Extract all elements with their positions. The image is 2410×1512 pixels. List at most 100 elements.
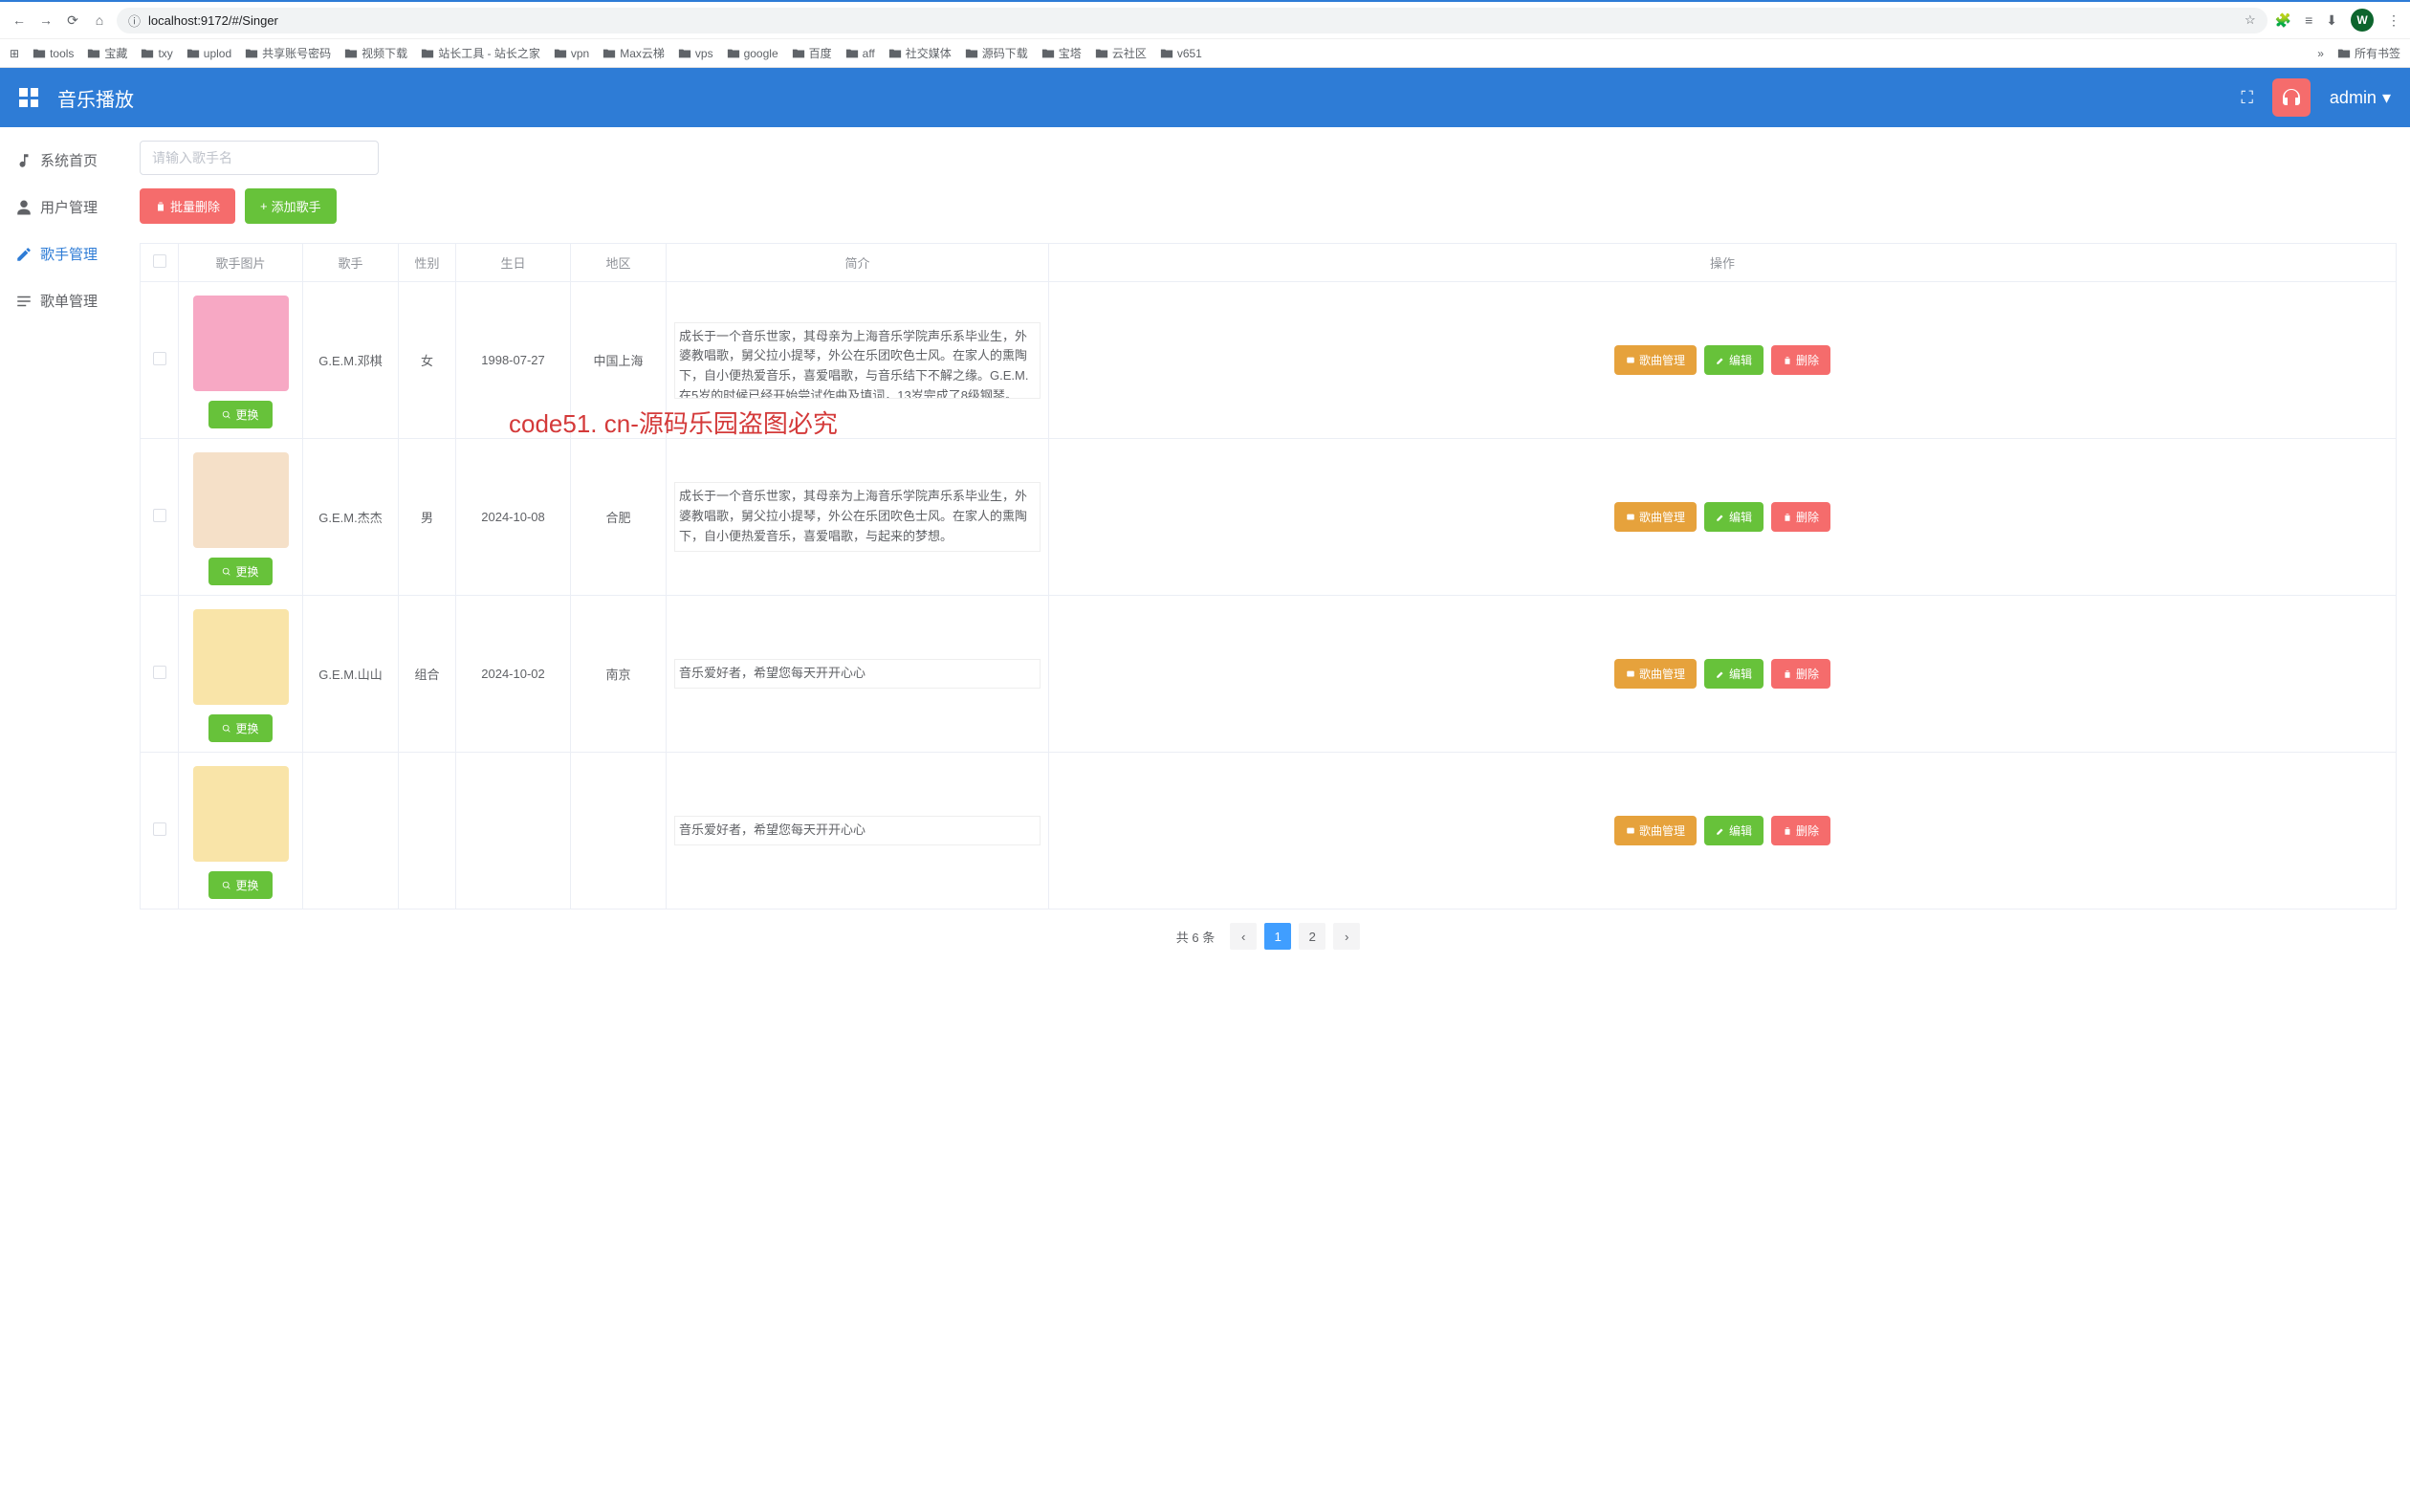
search-input[interactable] <box>140 141 379 175</box>
bookmark-item[interactable]: 百度 <box>792 45 832 61</box>
cell-intro[interactable]: 成长于一个音乐世家，其母亲为上海音乐学院声乐系毕业生，外婆教唱歌，舅父拉小提琴，… <box>674 482 1041 551</box>
address-bar[interactable]: ⓘ localhost:9172/#/Singer ☆ <box>117 8 2268 33</box>
cell-intro[interactable]: 音乐爱好者，希望您每天开开心心 <box>674 816 1041 845</box>
cell-region: 中国上海 <box>571 282 667 439</box>
bookmark-item[interactable]: v651 <box>1160 45 1202 61</box>
edit-icon <box>1716 513 1725 522</box>
bookmark-item[interactable]: vpn <box>554 45 589 61</box>
edit-button[interactable]: 编辑 <box>1704 502 1764 532</box>
swap-image-button[interactable]: 更换 <box>208 401 272 428</box>
headphone-icon <box>2280 86 2303 109</box>
delete-button[interactable]: 删除 <box>1771 659 1830 689</box>
plus-icon: + <box>260 199 268 213</box>
table-row: 更换G.E.M.杰杰男2024-10-08合肥成长于一个音乐世家，其母亲为上海音… <box>141 439 2397 596</box>
menu-toggle-icon[interactable] <box>19 88 38 107</box>
table-row: 更换G.E.M.邓棋女1998-07-27中国上海成长于一个音乐世家，其母亲为上… <box>141 282 2397 439</box>
bookmark-item[interactable]: google <box>727 45 778 61</box>
edit-button[interactable]: 编辑 <box>1704 345 1764 375</box>
bookmark-item[interactable]: txy <box>141 45 172 61</box>
edit-button[interactable]: 编辑 <box>1704 816 1764 845</box>
singer-image <box>193 766 289 862</box>
songs-button[interactable]: 歌曲管理 <box>1614 816 1697 845</box>
app-title: 音乐播放 <box>57 84 134 112</box>
songs-button[interactable]: 歌曲管理 <box>1614 502 1697 532</box>
sidebar-item-singers[interactable]: 歌手管理 <box>0 230 126 277</box>
bookmark-all[interactable]: 所有书签 <box>2337 45 2400 61</box>
page-prev-button[interactable]: ‹ <box>1230 923 1257 950</box>
trash-icon <box>1783 669 1792 679</box>
bookmark-item[interactable]: 源码下载 <box>965 45 1028 61</box>
user-icon <box>15 199 33 216</box>
cell-intro[interactable]: 成长于一个音乐世家，其母亲为上海音乐学院声乐系毕业生，外婆教唱歌，舅父拉小提琴，… <box>674 322 1041 399</box>
singer-table: 歌手图片 歌手 性别 生日 地区 简介 操作 更换G.E.M.邓棋女1998-0… <box>140 243 2397 909</box>
cell-singer <box>303 753 399 909</box>
swap-image-button[interactable]: 更换 <box>208 871 272 899</box>
bookmark-item[interactable]: tools <box>33 45 74 61</box>
col-gender: 性别 <box>399 244 456 282</box>
sidebar-item-playlists[interactable]: 歌单管理 <box>0 277 126 324</box>
batch-delete-button[interactable]: 批量删除 <box>140 188 235 224</box>
add-singer-button[interactable]: + 添加歌手 <box>245 188 337 224</box>
apps-icon[interactable]: ⊞ <box>10 47 19 60</box>
bookmark-item[interactable]: 宝藏 <box>87 45 127 61</box>
back-button[interactable]: ← <box>10 11 29 30</box>
star-icon[interactable]: ☆ <box>2245 12 2256 28</box>
fullscreen-icon[interactable]: ⛶ <box>2241 88 2253 108</box>
page-1-button[interactable]: 1 <box>1264 923 1291 950</box>
bookmark-item[interactable]: vps <box>678 45 713 61</box>
cell-gender: 女 <box>399 282 456 439</box>
page-next-button[interactable]: › <box>1333 923 1360 950</box>
bookmark-item[interactable]: 社交媒体 <box>888 45 952 61</box>
bookmark-item[interactable]: Max云梯 <box>602 45 665 61</box>
cell-singer: G.E.M.山山 <box>303 596 399 753</box>
row-checkbox[interactable] <box>153 666 166 679</box>
extension-icon[interactable]: 🧩 <box>2275 12 2291 29</box>
cell-birthday: 1998-07-27 <box>456 282 571 439</box>
cell-gender <box>399 753 456 909</box>
cell-region <box>571 753 667 909</box>
music-note-icon <box>15 152 33 169</box>
bookmark-item[interactable]: 站长工具 - 站长之家 <box>421 45 540 61</box>
delete-button[interactable]: 删除 <box>1771 345 1830 375</box>
url-text: localhost:9172/#/Singer <box>148 13 278 28</box>
sidebar-item-users[interactable]: 用户管理 <box>0 184 126 230</box>
bookmark-item[interactable]: 视频下载 <box>344 45 407 61</box>
row-checkbox[interactable] <box>153 352 166 365</box>
cell-birthday: 2024-10-02 <box>456 596 571 753</box>
bookmark-item[interactable]: uplod <box>186 45 231 61</box>
profile-avatar[interactable]: W <box>2351 9 2374 32</box>
col-singer: 歌手 <box>303 244 399 282</box>
singer-image <box>193 609 289 705</box>
menu-icon[interactable]: ⋮ <box>2387 12 2400 29</box>
page-2-button[interactable]: 2 <box>1299 923 1326 950</box>
user-dropdown[interactable]: admin ▾ <box>2330 88 2391 108</box>
bookmark-item[interactable]: 宝塔 <box>1041 45 1082 61</box>
cell-intro[interactable]: 音乐爱好者，希望您每天开开心心 <box>674 659 1041 689</box>
headphone-button[interactable] <box>2272 78 2311 117</box>
row-checkbox[interactable] <box>153 822 166 836</box>
reload-button[interactable]: ⟳ <box>63 11 82 30</box>
songs-button[interactable]: 歌曲管理 <box>1614 345 1697 375</box>
select-all-checkbox[interactable] <box>153 254 166 268</box>
download-icon[interactable]: ⬇ <box>2326 12 2337 29</box>
delete-button[interactable]: 删除 <box>1771 502 1830 532</box>
swap-image-button[interactable]: 更换 <box>208 714 272 742</box>
forward-button[interactable]: → <box>36 11 55 30</box>
sidebar-item-home[interactable]: 系统首页 <box>0 137 126 184</box>
reading-list-icon[interactable]: ≡ <box>2305 12 2312 28</box>
home-button[interactable]: ⌂ <box>90 11 109 30</box>
delete-button[interactable]: 删除 <box>1771 816 1830 845</box>
table-row: 更换 音乐爱好者，希望您每天开开心心 歌曲管理编辑删除 <box>141 753 2397 909</box>
cell-birthday <box>456 753 571 909</box>
songs-button[interactable]: 歌曲管理 <box>1614 659 1697 689</box>
cell-singer: G.E.M.杰杰 <box>303 439 399 596</box>
edit-button[interactable]: 编辑 <box>1704 659 1764 689</box>
row-checkbox[interactable] <box>153 509 166 522</box>
bookmark-item[interactable]: aff <box>845 45 875 61</box>
bookmark-more[interactable]: » <box>2317 45 2324 61</box>
browser-nav: ← → ⟳ ⌂ ⓘ localhost:9172/#/Singer ☆ 🧩 ≡ … <box>0 2 2410 38</box>
swap-image-button[interactable]: 更换 <box>208 558 272 585</box>
bookmark-item[interactable]: 云社区 <box>1095 45 1147 61</box>
singer-image <box>193 296 289 391</box>
bookmark-item[interactable]: 共享账号密码 <box>245 45 331 61</box>
